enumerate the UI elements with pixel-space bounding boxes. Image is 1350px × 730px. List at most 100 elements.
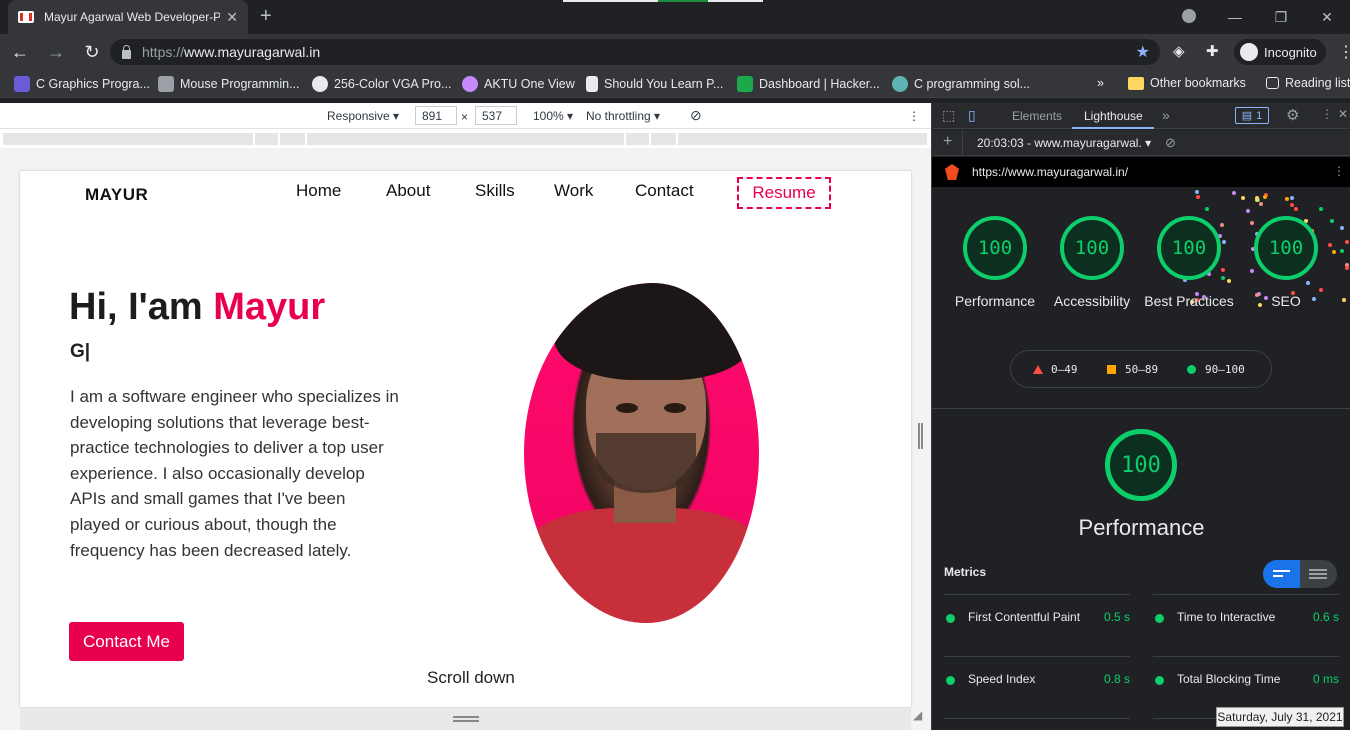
bookmark-item[interactable]: 256-Color VGA Pro... — [312, 76, 451, 92]
new-report-icon[interactable]: + — [943, 133, 952, 151]
device-toggle-icon[interactable]: ▯ — [968, 107, 976, 124]
new-tab-button[interactable]: + — [260, 6, 272, 26]
devtools-tabbar: ⬚ ▯ Elements Lighthouse » ▤ 1 ⚙ ⋮ ✕ — [932, 103, 1350, 129]
address-bar[interactable]: https:// www.mayuragarwal.in ★ — [110, 39, 1160, 65]
confetti-particle — [1249, 221, 1254, 226]
device-mode-select[interactable]: Responsive ▾ — [327, 109, 399, 123]
browser-menu-icon[interactable]: ⋮ — [1338, 42, 1350, 62]
restore-button[interactable]: ❐ — [1258, 9, 1304, 26]
reload-icon[interactable]: ↻ — [76, 42, 108, 63]
devtools-close-icon[interactable]: ✕ — [1338, 107, 1348, 121]
nav-contact[interactable]: Contact — [635, 181, 694, 201]
confetti-particle — [1329, 218, 1334, 223]
bookmark-item[interactable]: Dashboard | Hacker... — [737, 76, 880, 92]
bookmarks-overflow-button[interactable]: » — [1097, 76, 1104, 90]
hero-name: Mayur — [213, 286, 326, 328]
device-toolbar-menu-icon[interactable]: ⋮ — [908, 109, 920, 123]
confetti-particle — [1327, 243, 1332, 248]
gauge-label-performance: Performance — [954, 293, 1036, 309]
bookmark-item[interactable]: C programming sol... — [892, 76, 1030, 92]
nav-home[interactable]: Home — [296, 181, 341, 201]
url-scheme: https:// — [142, 44, 185, 60]
inspect-element-icon[interactable]: ⬚ — [942, 107, 955, 124]
bookmark-item[interactable]: Mouse Programmin... — [158, 76, 299, 92]
throttling-select[interactable]: No throttling ▾ — [586, 109, 660, 123]
confetti-particle — [1339, 225, 1344, 230]
audited-url[interactable]: https://www.mayuragarwal.in/ — [972, 165, 1128, 179]
gauge-accessibility[interactable]: 100 — [1060, 216, 1124, 280]
confetti-particle — [1319, 207, 1324, 212]
bookmark-favicon-icon — [892, 76, 908, 92]
report-selector[interactable]: 20:03:03 - www.mayuragarwal. ▾ — [977, 136, 1151, 150]
gauge-performance[interactable]: 100 — [963, 216, 1027, 280]
confetti-particle — [1290, 196, 1295, 201]
reading-list-button[interactable]: Reading list — [1266, 76, 1350, 90]
extensions-puzzle-icon[interactable]: ✚ — [1206, 42, 1219, 60]
bookmark-item[interactable]: Should You Learn P... — [586, 76, 723, 92]
back-icon[interactable]: ← — [4, 42, 36, 63]
tab-elements[interactable]: Elements — [1012, 109, 1062, 123]
bookmarks-bar: C Graphics Progra... Mouse Programmin...… — [0, 70, 1350, 98]
contact-me-button[interactable]: Contact Me — [69, 622, 184, 661]
nav-skills[interactable]: Skills — [475, 181, 515, 201]
confetti-particle — [1232, 190, 1237, 195]
devtools-menu-icon[interactable]: ⋮ — [1321, 107, 1333, 121]
close-window-button[interactable]: ✕ — [1304, 9, 1350, 26]
gauge-best-practices[interactable]: 100 — [1157, 216, 1221, 280]
viewport-height-resize-handle[interactable] — [20, 708, 911, 730]
confetti-particle — [1226, 278, 1231, 283]
confetti-particle — [1259, 202, 1264, 206]
compact-view-icon[interactable] — [1263, 560, 1300, 588]
gauge-seo[interactable]: 100 — [1254, 216, 1318, 280]
metric-first-contentful-paint: First Contentful Paint 0.5 s — [944, 594, 1130, 642]
nav-about[interactable]: About — [386, 181, 430, 201]
browser-tab[interactable]: Mayur Agarwal Web Developer-P ✕ — [8, 0, 248, 34]
viewport-corner-resize-icon[interactable]: ◢ — [913, 708, 927, 722]
confetti-particle — [1341, 298, 1346, 303]
incognito-label: Incognito — [1264, 44, 1317, 60]
bookmark-star-icon[interactable]: ★ — [1136, 42, 1150, 62]
extension-icon[interactable]: ◈ — [1173, 42, 1185, 60]
metrics-heading: Metrics — [944, 565, 987, 579]
nav-work[interactable]: Work — [554, 181, 593, 201]
profile-icon[interactable] — [1166, 8, 1212, 26]
settings-gear-icon[interactable]: ⚙ — [1286, 106, 1299, 124]
resume-button[interactable]: Resume — [737, 177, 831, 209]
incognito-indicator[interactable]: Incognito — [1234, 39, 1326, 65]
dimension-separator: × — [461, 110, 469, 124]
site-logo[interactable]: MAYUR — [85, 185, 148, 205]
rotate-icon[interactable]: ⊘ — [690, 107, 702, 124]
globe-icon — [312, 76, 328, 92]
confetti-particle — [1220, 267, 1225, 272]
confetti-particle — [1284, 197, 1289, 202]
other-bookmarks-folder[interactable]: Other bookmarks — [1128, 76, 1246, 90]
device-toolbar: Responsive ▾ 891 × 537 100% ▾ No throttl… — [0, 103, 931, 129]
gauge-label-accessibility: Accessibility — [1053, 293, 1131, 309]
confetti-particle — [1195, 195, 1200, 200]
forward-icon[interactable]: → — [40, 42, 72, 63]
issues-badge[interactable]: ▤ 1 — [1235, 107, 1269, 124]
bookmark-item[interactable]: C Graphics Progra... — [14, 76, 150, 92]
scroll-down-hint[interactable]: Scroll down — [427, 668, 515, 688]
clear-reports-icon[interactable]: ⊘ — [1165, 135, 1176, 151]
metrics-view-toggle[interactable] — [1263, 560, 1337, 588]
tab-title: Mayur Agarwal Web Developer-P — [44, 10, 221, 24]
devtools-panel: ⬚ ▯ Elements Lighthouse » ▤ 1 ⚙ ⋮ ✕ + 20:… — [931, 103, 1350, 730]
minimize-button[interactable]: — — [1212, 9, 1258, 25]
viewport-height-input[interactable]: 537 — [475, 106, 517, 125]
confetti-particle — [1204, 206, 1209, 211]
typing-text: G| — [70, 341, 91, 362]
tab-lighthouse[interactable]: Lighthouse — [1084, 109, 1143, 123]
more-tabs-button[interactable]: » — [1162, 107, 1170, 123]
lighthouse-toolbar: + 20:03:03 - www.mayuragarwal. ▾ ⊘ — [932, 130, 1350, 156]
tab-close-icon[interactable]: ✕ — [226, 9, 238, 26]
lock-icon[interactable] — [122, 44, 131, 59]
confetti-particle — [1221, 276, 1226, 281]
bookmark-item[interactable]: AKTU One View — [462, 76, 575, 92]
report-menu-icon[interactable]: ⋮ — [1333, 164, 1345, 178]
media-query-ruler[interactable] — [0, 130, 931, 148]
viewport-width-resize-handle[interactable] — [918, 423, 923, 449]
loading-strip — [563, 0, 763, 2]
zoom-select[interactable]: 100% ▾ — [533, 109, 573, 123]
viewport-width-input[interactable]: 891 — [415, 106, 457, 125]
